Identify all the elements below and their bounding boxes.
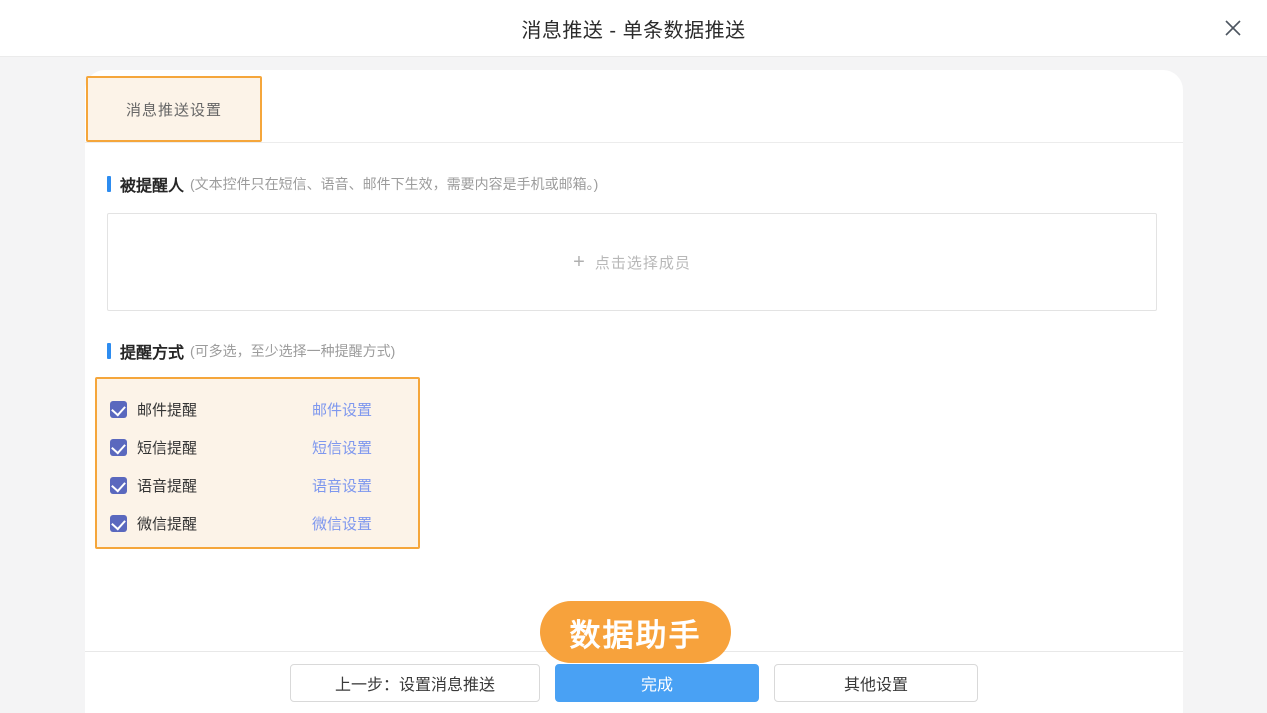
tab-message-push-settings[interactable]: 消息推送设置 [86, 76, 262, 142]
voice-checkbox[interactable] [110, 477, 127, 494]
reminder-section-title: 提醒方式 [120, 339, 184, 363]
section-accent-bar [107, 176, 111, 192]
member-select-label: 点击选择成员 [595, 252, 691, 273]
email-checkbox[interactable] [110, 401, 127, 418]
reminder-section-header: 提醒方式 (可多选，至少选择一种提醒方式) [107, 339, 1157, 363]
prev-step-button[interactable]: 上一步：设置消息推送 [290, 664, 540, 702]
dialog-header: 消息推送 - 单条数据推送 [0, 0, 1267, 57]
sms-checkbox-label: 短信提醒 [137, 437, 312, 458]
wechat-checkbox-label: 微信提醒 [137, 513, 312, 534]
reminder-row-sms: 短信提醒 短信设置 [110, 428, 418, 466]
section-accent-bar [107, 343, 111, 359]
panel-content: 被提醒人 (文本控件只在短信、语音、邮件下生效，需要内容是手机或邮箱。) + 点… [85, 172, 1183, 549]
close-icon [1222, 17, 1244, 39]
tab-bar: 消息推送设置 [85, 70, 1183, 143]
reminder-row-voice: 语音提醒 语音设置 [110, 466, 418, 504]
reminder-row-email: 邮件提醒 邮件设置 [110, 390, 418, 428]
recipient-section-note: (文本控件只在短信、语音、邮件下生效，需要内容是手机或邮箱。) [190, 174, 598, 194]
email-checkbox-label: 邮件提醒 [137, 399, 312, 420]
voice-settings-link[interactable]: 语音设置 [312, 475, 372, 496]
other-settings-button[interactable]: 其他设置 [774, 664, 978, 702]
close-button[interactable] [1219, 14, 1247, 42]
wechat-checkbox[interactable] [110, 515, 127, 532]
wechat-settings-link[interactable]: 微信设置 [312, 513, 372, 534]
voice-checkbox-label: 语音提醒 [137, 475, 312, 496]
data-assistant-badge: 数据助手 [540, 601, 731, 663]
sms-settings-link[interactable]: 短信设置 [312, 437, 372, 458]
dialog-title: 消息推送 - 单条数据推送 [521, 14, 745, 43]
done-button[interactable]: 完成 [555, 664, 759, 702]
plus-icon: + [573, 252, 585, 272]
reminder-row-wechat: 微信提醒 微信设置 [110, 504, 418, 542]
tab-label: 消息推送设置 [126, 99, 222, 120]
reminder-section-note: (可多选，至少选择一种提醒方式) [190, 341, 395, 361]
member-select-box[interactable]: + 点击选择成员 [107, 213, 1157, 311]
recipient-section-header: 被提醒人 (文本控件只在短信、语音、邮件下生效，需要内容是手机或邮箱。) [107, 172, 1157, 196]
email-settings-link[interactable]: 邮件设置 [312, 399, 372, 420]
reminder-options-group: 邮件提醒 邮件设置 短信提醒 短信设置 语音提醒 语音设置 微信提醒 微信设置 [95, 377, 420, 549]
recipient-section-title: 被提醒人 [120, 172, 184, 196]
sms-checkbox[interactable] [110, 439, 127, 456]
data-assistant-badge-label: 数据助手 [570, 610, 702, 655]
